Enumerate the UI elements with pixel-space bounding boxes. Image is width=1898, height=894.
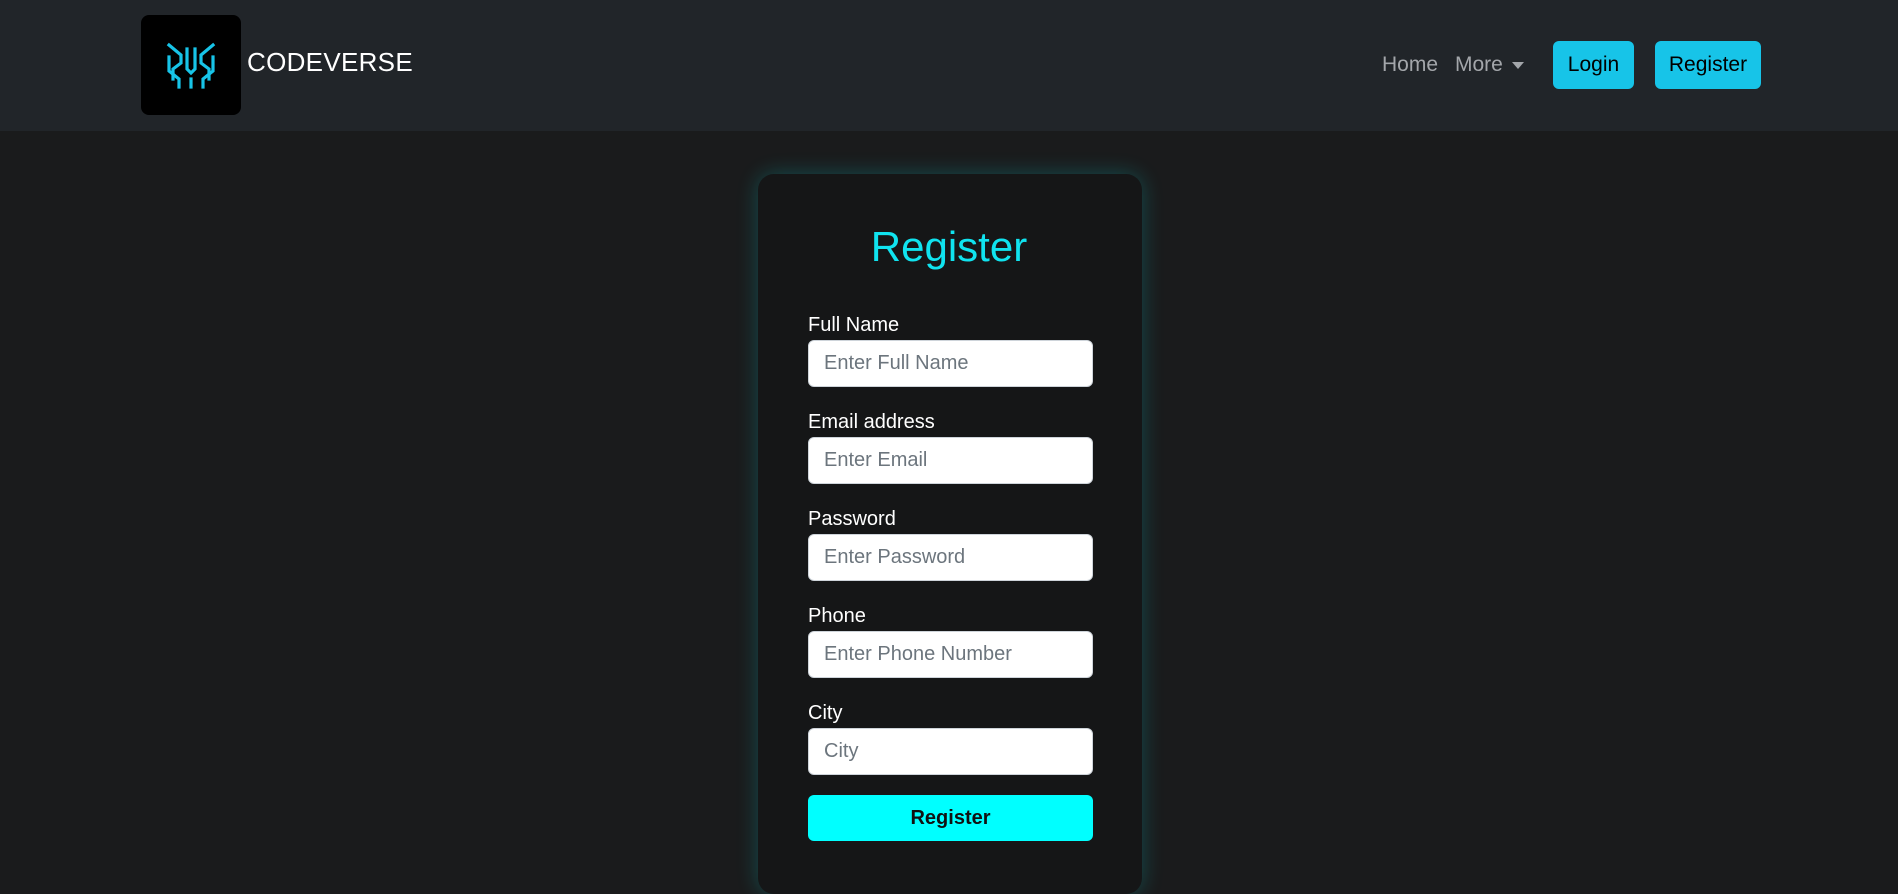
- register-submit-button[interactable]: Register: [808, 795, 1093, 841]
- form-title: Register: [870, 223, 1028, 270]
- navbar: CODEVERSE Home More Login Register: [0, 0, 1898, 131]
- password-label: Password: [808, 508, 896, 530]
- password-input[interactable]: [808, 534, 1093, 581]
- phone-label: Phone: [808, 605, 866, 627]
- city-label: City: [808, 702, 843, 724]
- codeverse-logo-icon: [166, 42, 216, 89]
- full-name-label: Full Name: [808, 314, 900, 336]
- login-button[interactable]: Login: [1553, 41, 1634, 89]
- caret-down-icon: [1511, 61, 1524, 69]
- brand-logo[interactable]: [141, 15, 241, 115]
- brand-name[interactable]: CODEVERSE: [247, 47, 413, 77]
- email-input[interactable]: [808, 437, 1093, 484]
- nav-home-link[interactable]: Home: [1382, 52, 1438, 78]
- city-input[interactable]: [808, 728, 1093, 775]
- nav-more-dropdown[interactable]: More: [1455, 52, 1524, 78]
- phone-input[interactable]: [808, 631, 1093, 678]
- full-name-input[interactable]: [808, 340, 1093, 387]
- nav-more-label: More: [1455, 53, 1503, 76]
- register-nav-button[interactable]: Register: [1655, 41, 1761, 89]
- email-label: Email address: [808, 411, 935, 433]
